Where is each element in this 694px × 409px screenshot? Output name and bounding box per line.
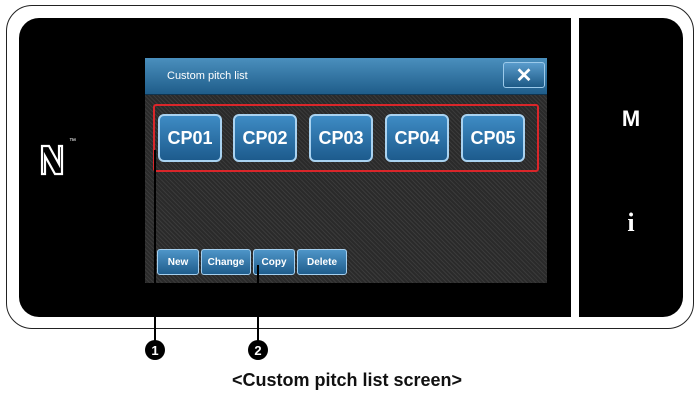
main-screen: ™ Custom pitch list ✕ CP01 CP02 CP03 CP0… bbox=[19, 18, 571, 317]
info-button[interactable]: i bbox=[627, 208, 634, 238]
callout-number-2: 2 bbox=[248, 340, 268, 360]
nfc-icon bbox=[40, 144, 64, 176]
pitch-button-group: CP01 CP02 CP03 CP04 CP05 bbox=[153, 104, 539, 172]
change-button[interactable]: Change bbox=[201, 249, 251, 275]
pitch-button-cp02[interactable]: CP02 bbox=[233, 114, 297, 162]
device-frame: ™ Custom pitch list ✕ CP01 CP02 CP03 CP0… bbox=[6, 5, 694, 329]
new-button[interactable]: New bbox=[157, 249, 199, 275]
delete-button[interactable]: Delete bbox=[297, 249, 347, 275]
trademark-mark: ™ bbox=[69, 138, 76, 145]
copy-button[interactable]: Copy bbox=[253, 249, 295, 275]
callout-line-1 bbox=[154, 150, 156, 344]
pitch-button-cp01[interactable]: CP01 bbox=[158, 114, 222, 162]
pitch-button-cp05[interactable]: CP05 bbox=[461, 114, 525, 162]
screen-caption: <Custom pitch list screen> bbox=[231, 370, 463, 390]
action-bar: New Change Copy Delete bbox=[157, 249, 347, 275]
callout-line-2 bbox=[257, 265, 259, 344]
close-icon: ✕ bbox=[515, 64, 533, 87]
side-screen: M i bbox=[579, 18, 683, 317]
pitch-button-cp03[interactable]: CP03 bbox=[309, 114, 373, 162]
pitch-button-cp04[interactable]: CP04 bbox=[385, 114, 449, 162]
close-button[interactable]: ✕ bbox=[503, 62, 545, 88]
custom-pitch-list-dialog: Custom pitch list ✕ CP01 CP02 CP03 CP04 … bbox=[145, 58, 547, 283]
dialog-title: Custom pitch list bbox=[167, 70, 248, 82]
dialog-titlebar: Custom pitch list ✕ bbox=[145, 58, 547, 95]
callout-number-1: 1 bbox=[145, 340, 165, 360]
m-button[interactable]: M bbox=[622, 106, 640, 132]
